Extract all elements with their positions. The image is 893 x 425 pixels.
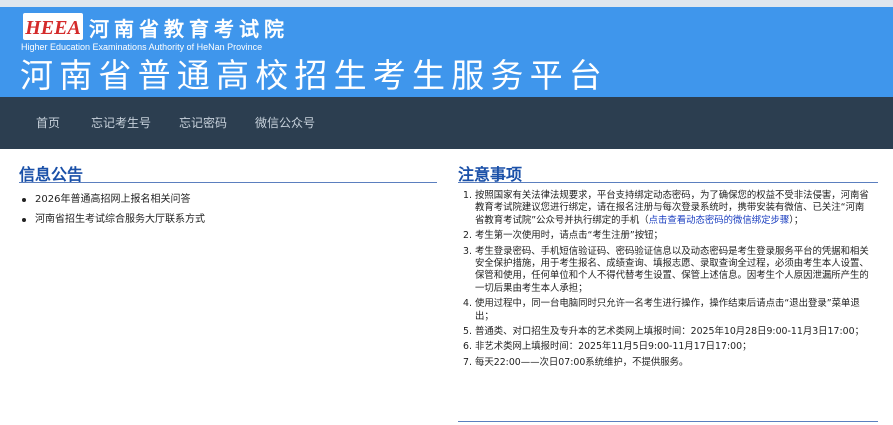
wechat-binding-steps-link[interactable]: 点击查看动态密码的微信绑定步骤 xyxy=(649,215,790,226)
note-number: 3. xyxy=(463,245,472,257)
note-item: 7. 每天22:00——次日07:00系统维护，不提供服务。 xyxy=(458,357,872,369)
note-text: 普通类、对口招生及专升本的艺术类网上填报时间：2025年10月28日9:00-1… xyxy=(475,326,864,338)
notes-list: 1. 按照国家有关法律法规要求，平台支持绑定动态密码，为了确保您的权益不受非法侵… xyxy=(458,190,872,372)
notes-bottom-divider xyxy=(458,421,878,422)
note-text: 考生第一次使用时，请点击“考生注册”按钮； xyxy=(475,230,663,242)
note-number: 5. xyxy=(463,326,472,338)
logo-text: HEEA xyxy=(24,17,81,39)
nav-home[interactable]: 首页 xyxy=(36,97,60,149)
announcement-item[interactable]: 河南省招生考试综合服务大厅联系方式 xyxy=(19,210,205,230)
note-text: 每天22:00——次日07:00系统维护，不提供服务。 xyxy=(475,356,689,368)
note-number: 7. xyxy=(463,356,472,368)
site-header: HEEA 河南省教育考试院 Higher Education Examinati… xyxy=(0,7,893,97)
nav-forgot-password[interactable]: 忘记密码 xyxy=(179,97,227,149)
org-name: 河南省教育考试院 xyxy=(89,17,289,41)
note-number: 4. xyxy=(463,298,472,310)
heea-logo-icon: HEEA xyxy=(23,13,83,40)
announcements-divider xyxy=(19,182,437,183)
platform-title: 河南省普通高校招生考生服务平台 xyxy=(20,56,608,95)
nav-forgot-exam-number[interactable]: 忘记考生号 xyxy=(91,97,151,149)
note-text-suffix: ）； xyxy=(789,214,804,226)
note-item: 5. 普通类、对口招生及专升本的艺术类网上填报时间：2025年10月28日9:0… xyxy=(458,326,872,338)
note-item: 2. 考生第一次使用时，请点击“考生注册”按钮； xyxy=(458,230,872,242)
nav-wechat-account[interactable]: 微信公众号 xyxy=(255,97,315,149)
note-text: 非艺术类网上填报时间：2025年11月5日9:00-11月17日17:00； xyxy=(475,341,752,353)
note-text: 使用过程中，同一台电脑同时只允许一名考生进行操作，操作结束后请点击“退出登录”菜… xyxy=(475,298,860,322)
main-navbar: 首页 忘记考生号 忘记密码 微信公众号 xyxy=(0,97,893,149)
announcement-item[interactable]: 2026年普通高招网上报名相关问答 xyxy=(19,190,205,210)
notes-divider xyxy=(458,182,878,183)
browser-bookmarks-strip xyxy=(0,0,893,7)
note-number: 1. xyxy=(463,190,472,201)
note-text: 考生登录密码、手机短信验证码、密码验证信息以及动态密码是考生登录服务平台的凭据和… xyxy=(475,245,869,294)
note-item: 3. 考生登录密码、手机短信验证码、密码验证信息以及动态密码是考生登录服务平台的… xyxy=(458,246,872,296)
note-number: 6. xyxy=(463,341,472,353)
note-number: 2. xyxy=(463,230,472,242)
note-item: 4. 使用过程中，同一台电脑同时只允许一名考生进行操作，操作结束后请点击“退出登… xyxy=(458,298,872,323)
note-item: 1. 按照国家有关法律法规要求，平台支持绑定动态密码，为了确保您的权益不受非法侵… xyxy=(458,190,872,227)
note-item: 6. 非艺术类网上填报时间：2025年11月5日9:00-11月17日17:00… xyxy=(458,341,872,353)
announcements-list: 2026年普通高招网上报名相关问答 河南省招生考试综合服务大厅联系方式 xyxy=(19,190,205,230)
